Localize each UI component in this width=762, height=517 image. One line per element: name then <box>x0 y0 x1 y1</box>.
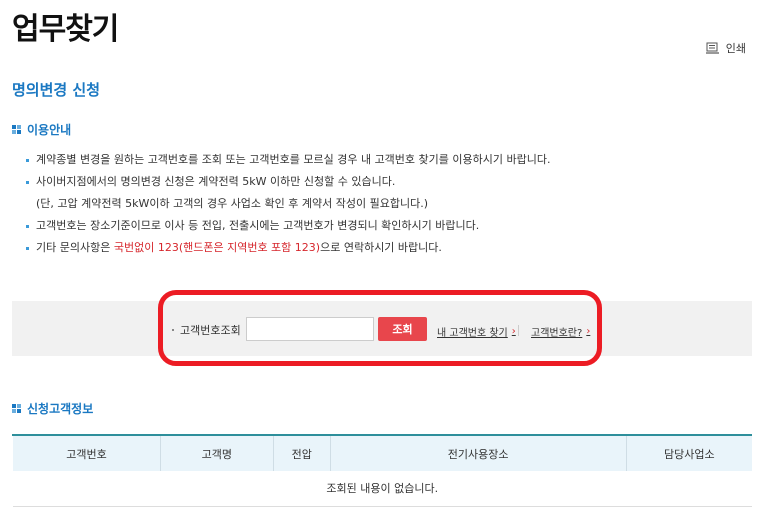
printer-icon <box>705 42 719 54</box>
empty-message: 조회된 내용이 없습니다. <box>12 471 752 507</box>
grid-square-icon <box>12 404 21 413</box>
customer-table: 고객번호 고객명 전압 전기사용장소 담당사업소 조회된 내용이 없습니다. <box>12 434 752 507</box>
what-is-customer-number-link[interactable]: 고객번호란? › <box>531 324 590 339</box>
customer-heading-label: 신청고객정보 <box>27 402 94 416</box>
info-heading: 이용안내 <box>12 121 71 138</box>
bullet-icon <box>26 181 29 184</box>
notice-list: 계약종별 변경을 원하는 고객번호를 조회 또는 고객번호를 모르실 경우 내 … <box>26 152 550 262</box>
table-header-row: 고객번호 고객명 전압 전기사용장소 담당사업소 <box>12 435 752 471</box>
column-header: 전압 <box>272 435 331 471</box>
print-button[interactable]: 인쇄 <box>705 40 746 56</box>
bullet-icon <box>172 329 174 331</box>
customer-heading: 신청고객정보 <box>12 400 93 417</box>
section-title: 명의변경 신청 <box>12 81 101 99</box>
column-header: 고객명 <box>159 435 274 471</box>
contact-phone: 국번없이 123(핸드폰은 지역번호 포함 123) <box>113 241 321 254</box>
chevron-right-icon: › <box>511 326 516 337</box>
notice-item: 고객번호는 장소기준이므로 이사 등 전입, 전출시에는 고객번호가 변경되니 … <box>26 218 550 240</box>
search-label: 고객번호조회 <box>172 322 241 338</box>
notice-item-contact: 기타 문의사항은 국번없이 123(핸드폰은 지역번호 포함 123)으로 연락… <box>26 240 550 262</box>
column-header: 고객번호 <box>12 435 161 471</box>
grid-square-icon <box>12 125 21 134</box>
page-title: 업무찾기 <box>12 12 119 47</box>
find-customer-number-link[interactable]: 내 고객번호 찾기 › <box>437 324 516 339</box>
search-button[interactable]: 조회 <box>378 317 427 341</box>
notice-item: 계약종별 변경을 원하는 고객번호를 조회 또는 고객번호를 모르실 경우 내 … <box>26 152 550 174</box>
divider <box>518 325 519 336</box>
print-label: 인쇄 <box>725 42 746 55</box>
bullet-icon <box>26 225 29 228</box>
table-row: 조회된 내용이 없습니다. <box>12 471 752 507</box>
bullet-icon <box>26 247 29 250</box>
column-header: 전기사용장소 <box>329 435 627 471</box>
chevron-right-icon: › <box>586 326 591 337</box>
column-header: 담당사업소 <box>625 435 752 471</box>
info-heading-label: 이용안내 <box>27 123 72 137</box>
notice-item: (단, 고압 계약전력 5kW이하 고객의 경우 사업소 확인 후 계약서 작성… <box>36 197 429 210</box>
bullet-icon <box>26 159 29 162</box>
notice-item: 사이버지점에서의 명의변경 신청은 계약전력 5kW 이하만 신청할 수 있습니… <box>26 174 550 196</box>
customer-number-input[interactable] <box>246 317 374 341</box>
